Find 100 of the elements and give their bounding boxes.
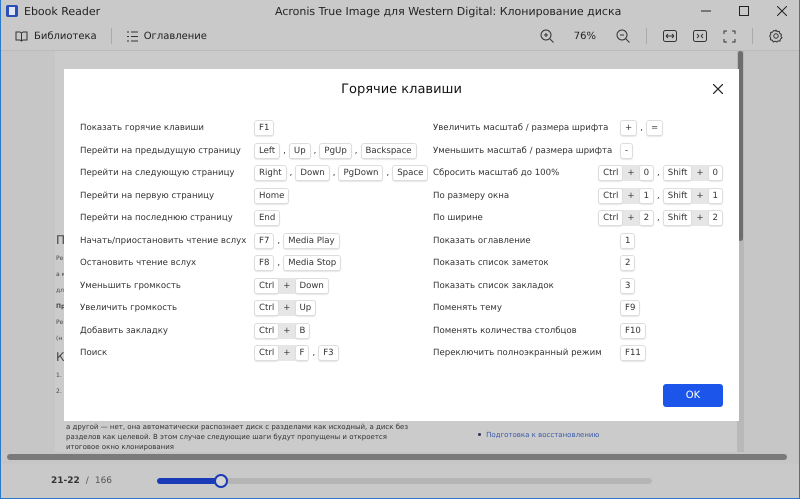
fit-width-icon[interactable] [663, 30, 677, 42]
key-cap: F11 [620, 345, 646, 362]
plus-text: + [282, 280, 292, 291]
plus-text: + [626, 190, 636, 201]
key-cap: 2 [708, 210, 723, 226]
contents-button[interactable]: Оглавление [124, 28, 209, 44]
key-cap: F10 [620, 322, 646, 339]
separator-text: , [354, 146, 358, 156]
action-label: Увеличить громкость [80, 303, 178, 314]
key-cap: Down [294, 278, 329, 294]
key-cap: F1 [254, 120, 274, 136]
window-title: Acronis True Image для Western Digital: Клонирование диска [274, 4, 622, 18]
fit-page-icon[interactable] [693, 30, 707, 42]
zoom-in-icon[interactable] [540, 29, 554, 43]
page-divider: / [86, 476, 89, 486]
separator-text: , [640, 123, 643, 134]
key-cap: B [294, 322, 310, 339]
separator-text: , [657, 213, 660, 224]
key-cap: Right [254, 165, 287, 182]
key-cap: Space [392, 165, 428, 182]
action-label: Добавить закладку [80, 326, 169, 336]
separator-text: , [277, 258, 280, 268]
action-label: Перейти на последнюю страницу [80, 213, 234, 224]
bullet-icon [478, 433, 482, 436]
maximize-icon[interactable] [739, 6, 749, 16]
plus-text: + [626, 168, 636, 178]
key-cap: 0 [708, 165, 723, 182]
key-cap: Ctrl [598, 188, 624, 204]
key-cap: Up [288, 142, 311, 159]
settings-icon[interactable] [769, 29, 783, 43]
dialog-title: Горячие клавиши [341, 82, 462, 96]
app-name: Ebook Reader [24, 4, 100, 18]
key-cap: 1 [708, 188, 723, 204]
plus-text: + [282, 348, 292, 358]
action-label: Поиск [80, 348, 108, 358]
key-cap: Ctrl [254, 300, 280, 316]
key-cap: Up [294, 300, 316, 316]
key-cap: PgUp [319, 142, 352, 159]
ok-button[interactable]: OK [663, 384, 723, 407]
close-icon[interactable] [777, 6, 787, 16]
action-label: Поменять тему [433, 303, 503, 314]
action-label: По размеру окна [433, 190, 510, 201]
action-label: Показать список заметок [433, 258, 550, 268]
open-book-icon [15, 30, 28, 42]
key-cap: Shift [662, 210, 692, 226]
key-cap: 3 [620, 278, 636, 294]
action-label: Остановить чтение вслух [80, 258, 198, 268]
book-icon [5, 4, 19, 18]
key-cap: F3 [318, 345, 339, 362]
action-label: Уменьшить громкость [80, 280, 182, 291]
action-label: Показать горячие клавиши [80, 123, 205, 134]
action-label: Перейти на следующую страницу [80, 168, 236, 178]
plus-text: + [695, 213, 705, 224]
action-label: Уменьшить масштаб / размера шрифта [433, 146, 614, 156]
page-text: К [56, 349, 66, 366]
key-cap: + [620, 120, 638, 136]
key-cap: F8 [254, 255, 274, 272]
key-cap: F7 [254, 232, 274, 249]
key-cap: Shift [662, 165, 692, 182]
zoom-out-icon[interactable] [616, 29, 630, 43]
plus-text: + [282, 303, 292, 314]
action-label: Увеличить масштаб / размера шрифта [433, 123, 610, 134]
key-cap: = [646, 120, 664, 136]
fullscreen-icon[interactable] [723, 30, 736, 42]
key-cap: 2 [638, 210, 654, 226]
key-cap: Ctrl [598, 210, 624, 226]
action-label: Сбросить масштаб до 100% [433, 168, 560, 178]
separator-text: , [386, 168, 390, 178]
zoom-level: 76% [574, 30, 596, 42]
separator-text: , [332, 168, 336, 178]
key-cap: Ctrl [254, 322, 280, 339]
key-cap: PgDown [338, 165, 384, 182]
plus-text: + [626, 213, 636, 224]
action-label: Перейти на предыдущую страницу [80, 146, 242, 156]
plus-text: + [695, 168, 705, 178]
action-label: По ширине [433, 213, 484, 224]
key-cap: Ctrl [254, 278, 280, 294]
separator-text: , [314, 146, 316, 156]
action-label: Поменять количества столбцов [433, 326, 578, 336]
separator-text: , [283, 146, 286, 156]
library-button[interactable]: Библиотека [13, 28, 99, 44]
key-cap: Down [295, 165, 330, 182]
key-cap: Media Stop [283, 255, 342, 272]
key-cap: Left [254, 142, 280, 159]
key-cap: Shift [662, 188, 692, 204]
current-pages: 21-22 [51, 476, 80, 486]
action-label: Начать/приостановить чтение вслух [80, 236, 248, 246]
separator-text: , [290, 168, 292, 178]
plus-text: + [695, 190, 705, 201]
plus-text: + [282, 326, 292, 336]
key-cap: F9 [620, 300, 640, 316]
key-cap: - [620, 142, 634, 159]
separator-text: , [312, 348, 316, 358]
key-cap: Ctrl [254, 345, 280, 362]
key-cap: 1 [620, 232, 636, 249]
key-cap: Home [254, 188, 290, 204]
key-cap: End [254, 210, 280, 226]
slider-thumb[interactable] [214, 474, 228, 488]
close-icon[interactable] [713, 84, 723, 94]
key-cap: Ctrl [598, 165, 624, 182]
